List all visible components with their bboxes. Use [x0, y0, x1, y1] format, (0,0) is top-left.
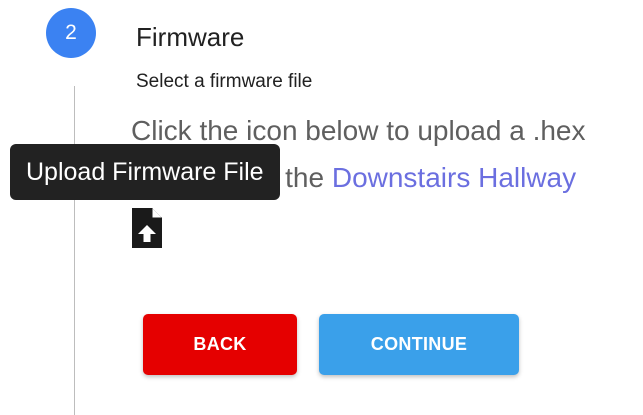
firmware-step-page: 2 Firmware Select a firmware file Click … [0, 0, 643, 415]
file-upload-icon[interactable] [130, 205, 164, 251]
step-title: Firmware [136, 22, 245, 52]
step-subtitle: Select a firmware file [136, 71, 313, 92]
device-link[interactable]: Downstairs Hallway [332, 162, 576, 193]
back-button[interactable]: BACK [143, 314, 297, 375]
step-number-badge: 2 [46, 8, 96, 58]
continue-button[interactable]: CONTINUE [319, 314, 519, 375]
upload-instructions-line1: Click the icon below to upload a .hex [131, 115, 586, 146]
upload-tooltip: Upload Firmware File [10, 144, 280, 200]
stepper-connector-line [74, 86, 75, 415]
